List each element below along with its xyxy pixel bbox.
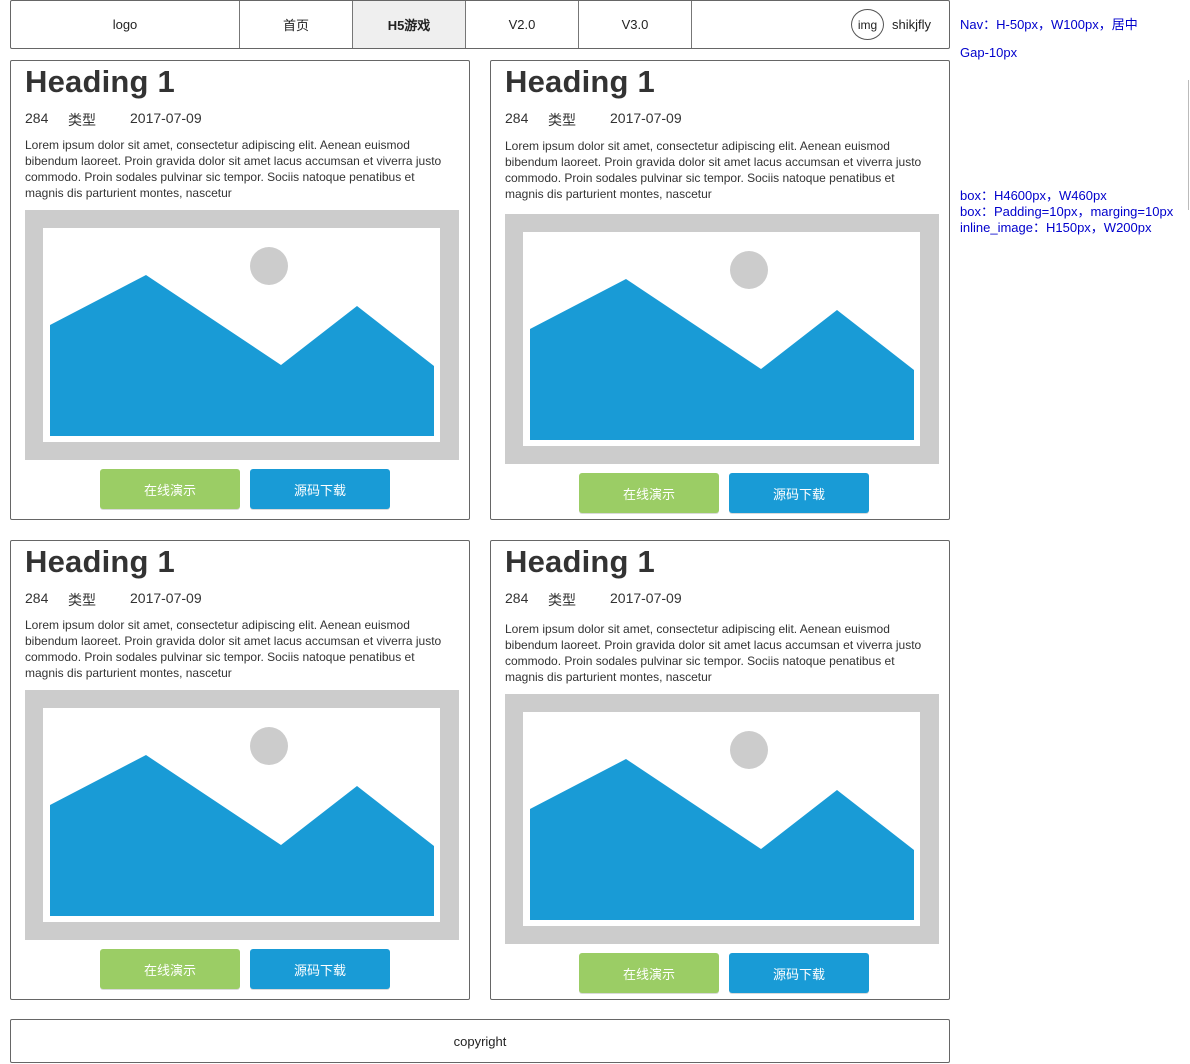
card-type: 类型 xyxy=(548,112,576,128)
card-count: 284 xyxy=(25,590,49,606)
note-nav: Nav：H-50px，W100px，居中 xyxy=(960,17,1138,32)
card-meta: 284 类型 2017-07-09 xyxy=(505,590,682,610)
card-type: 类型 xyxy=(68,592,96,608)
copyright-text: copyright xyxy=(453,1033,507,1049)
nav-item-h5-games[interactable]: H5游戏 xyxy=(353,1,466,48)
note-gap: Gap-10px xyxy=(960,45,1018,60)
user-area[interactable]: img shikjfly xyxy=(692,1,949,48)
card-date: 2017-07-09 xyxy=(610,110,682,126)
card-description: Lorem ipsum dolor sit amet, consectetur … xyxy=(25,138,442,200)
image-placeholder-icon xyxy=(523,232,920,446)
game-card: Heading 1 284 类型 2017-07-09 Lorem ipsum … xyxy=(490,60,950,520)
source-download-button[interactable]: 源码下载 xyxy=(729,953,869,993)
card-image[interactable] xyxy=(25,690,459,940)
card-meta: 284 类型 2017-07-09 xyxy=(25,590,202,610)
footer: copyright xyxy=(10,1019,950,1063)
card-heading[interactable]: Heading 1 xyxy=(25,544,175,580)
card-image[interactable] xyxy=(25,210,459,460)
annotation-divider xyxy=(1188,80,1189,210)
note-inline-image: inline_image：H150px，W200px xyxy=(960,220,1152,235)
card-type: 类型 xyxy=(68,112,96,128)
top-nav: logo 首页 H5游戏 V2.0 V3.0 img shikjfly xyxy=(10,0,950,49)
card-meta: 284 类型 2017-07-09 xyxy=(25,110,202,130)
online-demo-button[interactable]: 在线演示 xyxy=(100,469,240,509)
card-count: 284 xyxy=(505,590,529,606)
card-date: 2017-07-09 xyxy=(130,110,202,126)
nav-item-v2[interactable]: V2.0 xyxy=(466,1,579,48)
source-download-button[interactable]: 源码下载 xyxy=(250,949,390,989)
card-heading[interactable]: Heading 1 xyxy=(25,64,175,100)
card-meta: 284 类型 2017-07-09 xyxy=(505,110,682,130)
image-placeholder-icon xyxy=(43,228,440,442)
card-description: Lorem ipsum dolor sit amet, consectetur … xyxy=(505,622,922,684)
card-image[interactable] xyxy=(505,214,939,464)
source-download-button[interactable]: 源码下载 xyxy=(729,473,869,513)
card-count: 284 xyxy=(25,110,49,126)
note-box-size: box：H4600px，W460px xyxy=(960,188,1107,203)
game-card: Heading 1 284 类型 2017-07-09 Lorem ipsum … xyxy=(10,60,470,520)
card-type: 类型 xyxy=(548,592,576,608)
card-date: 2017-07-09 xyxy=(130,590,202,606)
card-description: Lorem ipsum dolor sit amet, consectetur … xyxy=(505,139,922,201)
card-heading[interactable]: Heading 1 xyxy=(505,64,655,100)
online-demo-button[interactable]: 在线演示 xyxy=(579,473,719,513)
nav-item-v3[interactable]: V3.0 xyxy=(579,1,692,48)
online-demo-button[interactable]: 在线演示 xyxy=(100,949,240,989)
card-date: 2017-07-09 xyxy=(610,590,682,606)
source-download-button[interactable]: 源码下载 xyxy=(250,469,390,509)
card-description: Lorem ipsum dolor sit amet, consectetur … xyxy=(25,618,442,680)
note-box-padding: box：Padding=10px，marging=10px xyxy=(960,204,1174,219)
avatar[interactable]: img xyxy=(850,9,884,40)
card-image[interactable] xyxy=(505,694,939,944)
card-count: 284 xyxy=(505,110,529,126)
online-demo-button[interactable]: 在线演示 xyxy=(579,953,719,993)
card-heading[interactable]: Heading 1 xyxy=(505,544,655,580)
nav-item-home[interactable]: 首页 xyxy=(240,1,353,48)
username[interactable]: shikjfly xyxy=(892,17,931,32)
logo[interactable]: logo xyxy=(11,1,240,48)
game-card: Heading 1 284 类型 2017-07-09 Lorem ipsum … xyxy=(490,540,950,1000)
image-placeholder-icon xyxy=(523,712,920,926)
image-placeholder-icon xyxy=(43,708,440,922)
game-card: Heading 1 284 类型 2017-07-09 Lorem ipsum … xyxy=(10,540,470,1000)
